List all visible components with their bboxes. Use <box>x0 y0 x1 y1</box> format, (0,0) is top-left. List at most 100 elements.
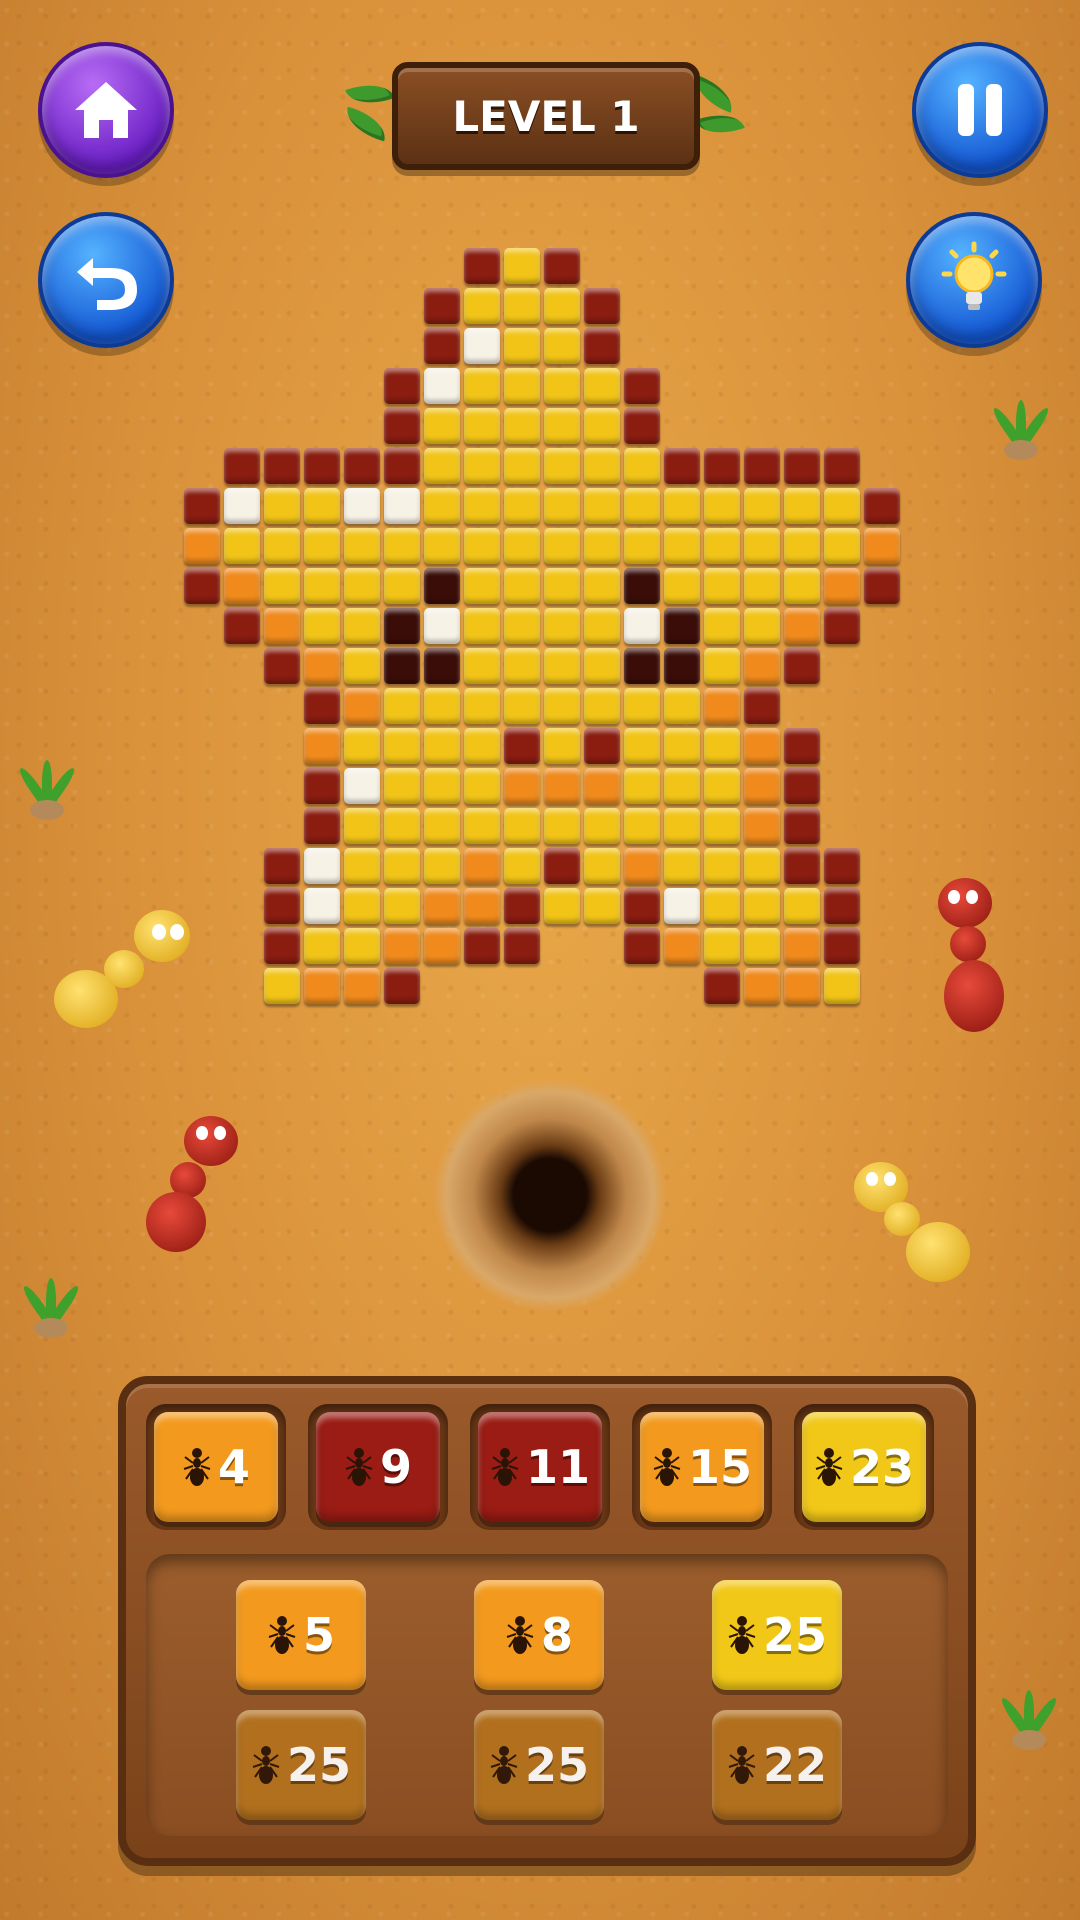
pixel-cell <box>344 848 380 884</box>
pixel-cell <box>464 488 500 524</box>
pixel-cell <box>264 608 300 644</box>
box-count: 22 <box>762 1738 827 1792</box>
pixel-cell <box>704 608 740 644</box>
pixel-cell <box>504 768 540 804</box>
pixel-cell <box>624 488 660 524</box>
pixel-cell <box>504 528 540 564</box>
pixel-cell <box>584 768 620 804</box>
pixel-cell <box>664 928 700 964</box>
storage-box[interactable]: 25 <box>236 1710 366 1820</box>
box-tray: 4 9 11 15 23 5 8 25 25 25 22 <box>118 1376 976 1866</box>
pixel-cell <box>424 328 460 364</box>
pixel-cell <box>744 568 780 604</box>
ant-hole[interactable] <box>430 1080 670 1310</box>
pixel-cell <box>664 608 700 644</box>
pixel-cell <box>384 768 420 804</box>
box-count: 9 <box>379 1440 412 1494</box>
pixel-cell <box>304 928 340 964</box>
pixel-cell <box>864 528 900 564</box>
pixel-cell <box>784 488 820 524</box>
pixel-cell <box>344 608 380 644</box>
pixel-cell <box>504 568 540 604</box>
pixel-cell <box>424 928 460 964</box>
grass-decoration <box>994 1680 1064 1750</box>
box-count: 25 <box>524 1738 589 1792</box>
pixel-cell <box>784 808 820 844</box>
pixel-cell <box>384 888 420 924</box>
pixel-cell <box>624 848 660 884</box>
pixel-cell <box>784 448 820 484</box>
queue-box[interactable]: 15 <box>640 1412 764 1522</box>
pixel-cell <box>464 408 500 444</box>
pixel-cell <box>664 528 700 564</box>
pixel-cell <box>384 968 420 1004</box>
box-count: 11 <box>525 1440 590 1494</box>
pixel-cell <box>504 288 540 324</box>
pixel-cell <box>344 808 380 844</box>
storage-box[interactable]: 5 <box>236 1580 366 1690</box>
pixel-cell <box>704 528 740 564</box>
pixel-cell <box>544 288 580 324</box>
pixel-cell <box>464 808 500 844</box>
pixel-cell <box>784 728 820 764</box>
queue-box[interactable]: 23 <box>802 1412 926 1522</box>
pixel-cell <box>704 968 740 1004</box>
pixel-cell <box>384 488 420 524</box>
pixel-cell <box>344 728 380 764</box>
pixel-cell <box>344 488 380 524</box>
pixel-cell <box>784 528 820 564</box>
pixel-cell <box>624 648 660 684</box>
pixel-cell <box>584 728 620 764</box>
pixel-cell <box>544 808 580 844</box>
queue-box[interactable]: 11 <box>478 1412 602 1522</box>
pixel-cell <box>464 248 500 284</box>
pixel-cell <box>664 688 700 724</box>
red-ant-decoration <box>908 870 1038 1040</box>
pixel-cell <box>384 528 420 564</box>
storage-box[interactable]: 8 <box>474 1580 604 1690</box>
pixel-cell <box>624 928 660 964</box>
pixel-cell <box>464 288 500 324</box>
storage-box[interactable]: 22 <box>712 1710 842 1820</box>
pixel-cell <box>704 848 740 884</box>
pixel-cell <box>504 728 540 764</box>
pixel-cell <box>824 528 860 564</box>
pixel-cell <box>424 448 460 484</box>
pixel-cell <box>624 568 660 604</box>
pixel-cell <box>504 848 540 884</box>
pixel-cell <box>864 568 900 604</box>
pixel-cell <box>424 528 460 564</box>
pixel-cell <box>744 688 780 724</box>
pixel-cell <box>704 568 740 604</box>
grass-decoration <box>986 390 1056 460</box>
pixel-cell <box>544 688 580 724</box>
pixel-cell <box>744 648 780 684</box>
pixel-cell <box>704 448 740 484</box>
storage-box[interactable]: 25 <box>712 1580 842 1690</box>
ant-icon <box>815 1448 843 1486</box>
pixel-cell <box>424 368 460 404</box>
pixel-cell <box>224 568 260 604</box>
pixel-cell <box>224 448 260 484</box>
pixel-cell <box>824 448 860 484</box>
pixel-cell <box>304 768 340 804</box>
queue-box[interactable]: 4 <box>154 1412 278 1522</box>
pixel-cell <box>504 688 540 724</box>
pixel-cell <box>784 888 820 924</box>
queue-box[interactable]: 9 <box>316 1412 440 1522</box>
pixel-cell <box>704 728 740 764</box>
pixel-cell <box>744 928 780 964</box>
ant-icon <box>268 1616 296 1654</box>
pixel-cell <box>424 768 460 804</box>
pixel-cell <box>584 408 620 444</box>
pixel-cell <box>384 688 420 724</box>
pixel-cell <box>504 888 540 924</box>
pixel-cell <box>824 968 860 1004</box>
ant-icon <box>490 1746 518 1784</box>
storage-box[interactable]: 25 <box>474 1710 604 1820</box>
pixel-cell <box>784 768 820 804</box>
pixel-cell <box>464 848 500 884</box>
pixel-cell <box>704 928 740 964</box>
pixel-cell <box>304 728 340 764</box>
pixel-cell <box>584 288 620 324</box>
